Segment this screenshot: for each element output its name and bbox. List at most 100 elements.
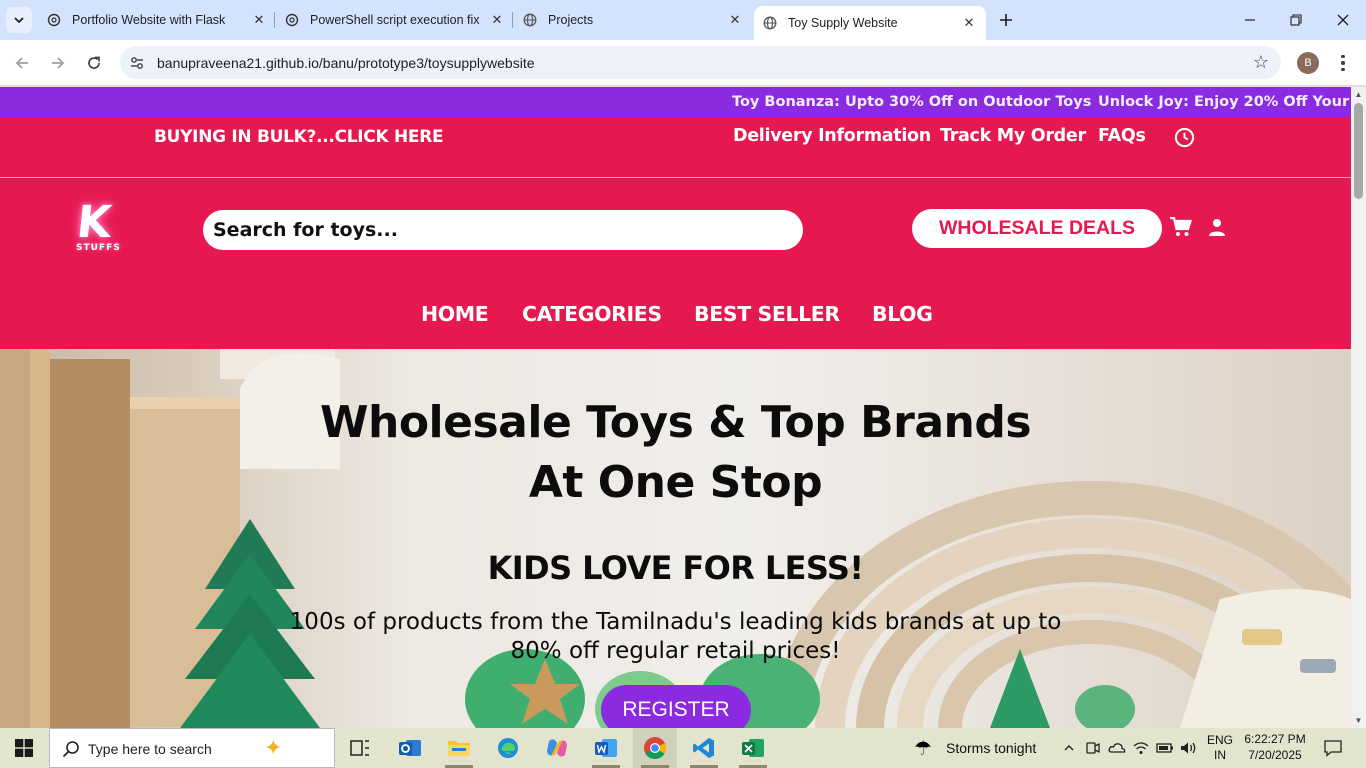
taskbar-word[interactable] [584, 728, 628, 768]
nav-blog[interactable]: BLOG [872, 302, 933, 326]
hero-description: 100s of products from the Tamilnadu's le… [289, 609, 1062, 664]
region-code: IN [1214, 748, 1226, 762]
close-icon [1337, 14, 1349, 26]
task-view-button[interactable] [338, 728, 382, 768]
forward-button[interactable] [47, 52, 69, 74]
user-icon[interactable] [1208, 218, 1226, 236]
clock-time: 6:22:27 PM [1244, 732, 1306, 746]
excel-icon [742, 739, 764, 757]
page-scrollbar[interactable]: ▲ ▼ [1351, 87, 1366, 728]
start-button[interactable] [0, 728, 48, 768]
meet-now-icon[interactable] [1084, 739, 1102, 757]
profile-avatar[interactable]: B [1297, 52, 1319, 74]
browser-tab-bar: Portfolio Website with Flask ✕ PowerShel… [0, 0, 1366, 40]
browser-toolbar: banupraveena21.github.io/banu/prototype3… [0, 40, 1366, 86]
edge-icon [498, 738, 518, 758]
weather-storm-icon[interactable]: ☂ [914, 736, 932, 761]
hero-subtitle: KIDS LOVE FOR LESS! [487, 549, 864, 587]
nav-categories[interactable]: CATEGORIES [522, 302, 662, 326]
language-indicator[interactable]: ENG IN [1207, 733, 1233, 763]
main-navigation: HOME CATEGORIES BEST SELLER BLOG [0, 302, 1351, 332]
clock-icon[interactable] [1174, 127, 1195, 148]
taskbar-search[interactable]: Type here to search ✦ [49, 728, 335, 768]
nav-best-seller[interactable]: BEST SELLER [694, 302, 840, 326]
promo-item: Unlock Joy: Enjoy 20% Off Your First [1098, 94, 1351, 110]
globe-icon [762, 15, 778, 31]
search-input[interactable] [203, 210, 803, 250]
word-icon [595, 739, 617, 757]
scroll-thumb[interactable] [1354, 103, 1363, 199]
bookmark-star-icon[interactable]: ☆ [1253, 52, 1269, 73]
battery-icon[interactable] [1156, 739, 1174, 757]
close-window-button[interactable] [1331, 8, 1355, 32]
scroll-up-icon[interactable]: ▲ [1354, 90, 1363, 99]
openai-icon [284, 12, 300, 28]
tab-toy-supply[interactable]: Toy Supply Website ✕ [754, 6, 986, 40]
close-icon[interactable]: ✕ [250, 11, 268, 29]
reload-icon [88, 56, 100, 69]
minimize-icon [1245, 19, 1255, 21]
scroll-down-icon[interactable]: ▼ [1354, 716, 1363, 725]
taskbar-excel[interactable] [731, 728, 775, 768]
taskbar-copilot[interactable] [535, 728, 579, 768]
tab-title: Projects [548, 13, 594, 27]
hero-title-line: At One Stop [528, 457, 823, 508]
chevron-down-icon [14, 17, 24, 24]
bulk-buying-link[interactable]: BUYING IN BULK?...CLICK HERE [154, 127, 444, 147]
search-icon [62, 741, 79, 758]
track-order-link[interactable]: Track My Order [940, 126, 1086, 146]
site-info-icon[interactable] [128, 54, 146, 72]
tab-divider [512, 12, 513, 28]
vscode-icon [693, 738, 714, 758]
clock-date: 7/20/2025 [1248, 748, 1302, 762]
system-clock[interactable]: 6:22:27 PM 7/20/2025 [1243, 731, 1307, 763]
task-view-icon [350, 740, 369, 756]
cart-icon[interactable] [1170, 217, 1192, 237]
address-bar[interactable]: banupraveena21.github.io/banu/prototype3… [120, 46, 1281, 79]
url-text: banupraveena21.github.io/banu/prototype3… [157, 55, 535, 71]
tab-search-button[interactable] [6, 7, 32, 33]
faqs-link[interactable]: FAQs [1098, 126, 1146, 146]
wifi-icon[interactable] [1132, 739, 1150, 757]
dot [1341, 67, 1345, 72]
onedrive-icon[interactable] [1108, 739, 1126, 757]
taskbar-edge[interactable] [486, 728, 530, 768]
taskbar-chrome[interactable] [633, 728, 677, 768]
tab-title: Portfolio Website with Flask [72, 13, 226, 27]
nav-home[interactable]: HOME [421, 302, 489, 326]
page-viewport: Toy Bonanza: Upto 30% Off on Outdoor Toy… [0, 87, 1351, 728]
back-button[interactable] [11, 52, 33, 74]
language-code: ENG [1207, 733, 1234, 747]
volume-icon[interactable] [1180, 739, 1198, 757]
tab-portfolio[interactable]: Portfolio Website with Flask ✕ [46, 6, 268, 34]
browser-menu-button[interactable] [1334, 50, 1352, 76]
close-icon[interactable]: ✕ [726, 11, 744, 29]
openai-icon [46, 12, 62, 28]
taskbar-vscode[interactable] [682, 728, 726, 768]
tab-powershell[interactable]: PowerShell script execution fix ✕ [284, 6, 506, 34]
dot [1341, 61, 1345, 65]
close-icon[interactable]: ✕ [960, 14, 978, 32]
hero-banner: Wholesale Toys & Top Brands At One Stop … [0, 349, 1351, 728]
search-highlight-icon: ✦ [264, 735, 283, 760]
chevron-up-icon[interactable] [1060, 739, 1078, 757]
weather-text[interactable]: Storms tonight [946, 740, 1036, 756]
tab-projects[interactable]: Projects ✕ [522, 6, 744, 34]
new-tab-button[interactable] [995, 9, 1017, 31]
arrow-right-icon [52, 57, 65, 69]
close-icon[interactable]: ✕ [488, 11, 506, 29]
restore-icon [1290, 14, 1302, 26]
chrome-icon [644, 737, 666, 759]
tab-title: PowerShell script execution fix [310, 13, 480, 27]
wholesale-deals-button[interactable]: WHOLESALE DEALS [912, 209, 1162, 248]
taskbar-outlook[interactable] [388, 728, 432, 768]
register-button[interactable]: REGISTER [601, 685, 751, 728]
notification-icon[interactable] [1324, 739, 1342, 757]
taskbar-file-explorer[interactable] [437, 728, 481, 768]
reload-button[interactable] [83, 52, 105, 74]
minimize-button[interactable] [1238, 8, 1262, 32]
delivery-info-link[interactable]: Delivery Information [733, 126, 931, 146]
dot [1341, 54, 1345, 59]
site-logo[interactable]: K STUFFS [70, 197, 130, 261]
restore-button[interactable] [1284, 8, 1308, 32]
